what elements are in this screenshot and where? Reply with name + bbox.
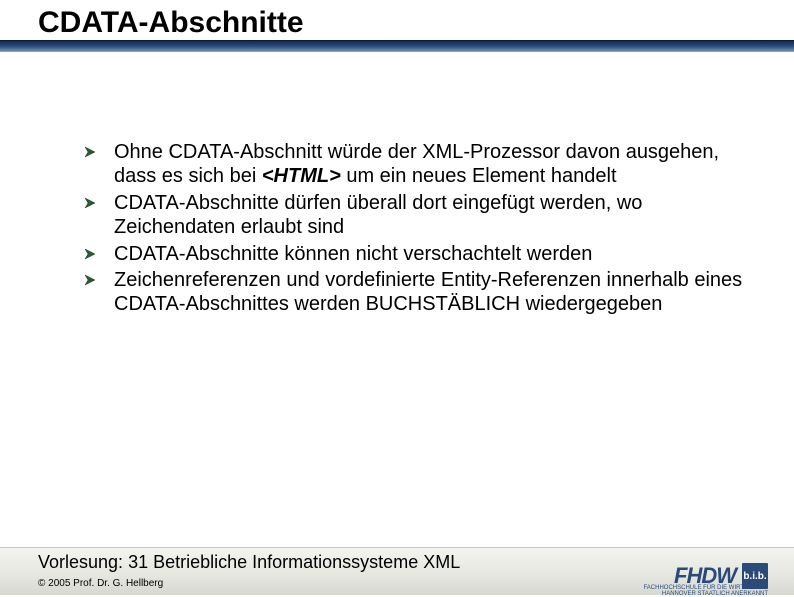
title-underline bbox=[0, 40, 794, 52]
footer-lecture: Vorlesung: 31 Betriebliche Informationss… bbox=[38, 552, 460, 573]
slide-title: CDATA-Abschnitte bbox=[38, 6, 304, 40]
list-item: Ohne CDATA-Abschnitt würde der XML-Proze… bbox=[84, 140, 754, 189]
arrow-icon bbox=[84, 146, 96, 158]
bullet-text-pre: Zeichenreferenzen und vordefinierte Enti… bbox=[114, 269, 742, 315]
footer-lecture-label: Vorlesung: bbox=[38, 552, 123, 572]
arrow-icon bbox=[84, 248, 96, 260]
bullet-text-post: um ein neues Element handelt bbox=[341, 165, 617, 187]
title-bar: CDATA-Abschnitte bbox=[0, 0, 794, 52]
slide: CDATA-Abschnitte Ohne CDATA-Abschnitt wü… bbox=[0, 0, 794, 595]
bullet-list: Ohne CDATA-Abschnitt würde der XML-Proze… bbox=[84, 140, 754, 317]
footer: Vorlesung: 31 Betriebliche Informationss… bbox=[0, 537, 794, 595]
bullet-text-strong: <HTML> bbox=[262, 165, 341, 187]
logo-subtext: FACHHOCHSCHULE FÜR DIE WIRTSCHAFT HANNOV… bbox=[643, 585, 768, 597]
footer-copyright: © 2005 Prof. Dr. G. Hellberg bbox=[38, 578, 163, 589]
bullet-text-pre: CDATA-Abschnitte dürfen überall dort ein… bbox=[114, 192, 642, 238]
content-area: Ohne CDATA-Abschnitt würde der XML-Proze… bbox=[84, 140, 754, 319]
list-item: CDATA-Abschnitte dürfen überall dort ein… bbox=[84, 191, 754, 240]
arrow-icon bbox=[84, 274, 96, 286]
logo-sub-line2: HANNOVER STAATLICH ANERKANNT bbox=[662, 591, 768, 597]
arrow-icon bbox=[84, 197, 96, 209]
list-item: Zeichenreferenzen und vordefinierte Enti… bbox=[84, 268, 754, 317]
footer-lecture-value: 31 Betriebliche Informationssysteme XML bbox=[123, 552, 460, 572]
list-item: CDATA-Abschnitte können nicht verschacht… bbox=[84, 242, 754, 266]
bullet-text-pre: CDATA-Abschnitte können nicht verschacht… bbox=[114, 243, 592, 265]
